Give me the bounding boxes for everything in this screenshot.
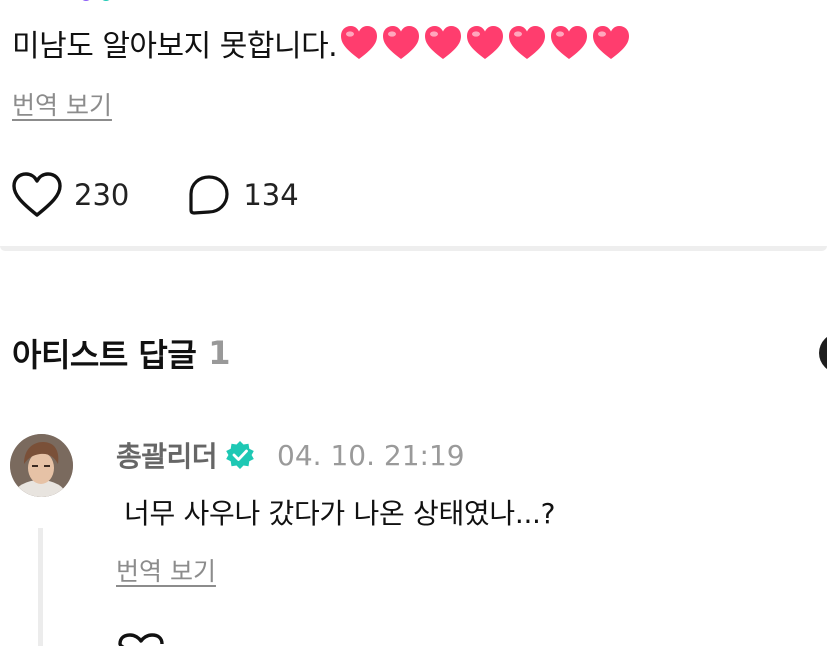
heart-outline-icon (12, 172, 62, 217)
avatar[interactable] (10, 434, 73, 497)
heart-emoji-icon (425, 26, 462, 59)
heart-emoji-icon (467, 26, 504, 59)
more-button-cropped[interactable] (819, 333, 827, 373)
heart-emoji-icon (593, 26, 630, 59)
post-card: 미남도 알아보지 못합니다. 번역 보기 230 134 (0, 0, 827, 248)
comment-button[interactable]: 134 (187, 173, 299, 217)
like-button[interactable]: 230 (12, 172, 129, 218)
heart-emoji-icon (341, 26, 378, 59)
verified-badge-icon (100, 0, 112, 1)
post-card-divider (0, 246, 827, 251)
comment-bubble-icon (189, 175, 229, 215)
comment-count: 134 (243, 178, 299, 212)
comment-text: 너무 사우나 갔다가 나온 상태였나...? (124, 497, 556, 530)
post-actions: 230 134 (12, 170, 299, 220)
comment-header: 총괄리더 04. 10. 21:19 (116, 432, 465, 478)
artist-replies-count: 1 (208, 334, 231, 372)
comment-like-icon[interactable] (116, 632, 166, 646)
avatar-image (10, 434, 73, 497)
comment-translate-link[interactable]: 번역 보기 (116, 552, 216, 588)
heart-emoji-icon (383, 26, 420, 59)
post-translate-link[interactable]: 번역 보기 (12, 86, 112, 122)
post-body: 미남도 알아보지 못합니다. (12, 20, 633, 66)
membership-badge-icon (80, 0, 92, 1)
post-text: 미남도 알아보지 못합니다. (12, 29, 338, 64)
like-count: 230 (74, 178, 130, 212)
heart-emoji-group (339, 25, 633, 61)
artist-replies-header: 아티스트 답글 1 (12, 330, 231, 376)
heart-emoji-icon (551, 26, 588, 59)
thread-line (38, 528, 43, 646)
heart-emoji-icon (509, 26, 546, 59)
verified-badge-icon (226, 441, 254, 469)
comment-author-name[interactable]: 총괄리더 (116, 435, 218, 475)
post-author-row-cropped (12, 0, 112, 4)
post-detail-screen: 미남도 알아보지 못합니다. 번역 보기 230 134 아티스트 답글 1 총… (0, 0, 827, 646)
comment-timestamp: 04. 10. 21:19 (277, 438, 465, 472)
artist-replies-title: 아티스트 답글 (12, 336, 197, 374)
